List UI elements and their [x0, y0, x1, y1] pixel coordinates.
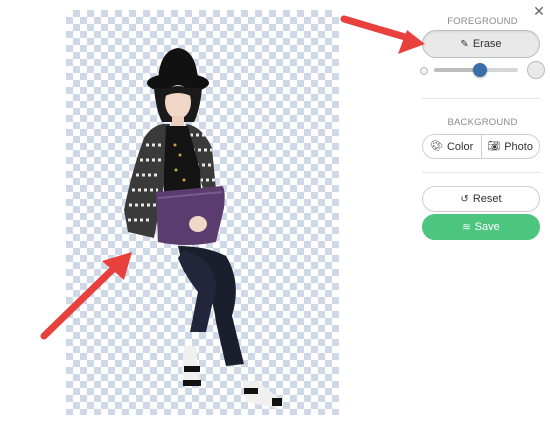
- save-button[interactable]: ≋ Save: [422, 214, 540, 240]
- reset-label: Reset: [472, 193, 502, 205]
- brush-size-thumb[interactable]: [473, 63, 488, 77]
- background-heading: BACKGROUND: [447, 117, 518, 128]
- reset-button[interactable]: ↺ Reset: [422, 186, 540, 212]
- brush-size-min-icon: [420, 67, 428, 75]
- section-divider: [422, 172, 540, 173]
- brush-size-slider[interactable]: [434, 63, 518, 77]
- save-label: Save: [474, 221, 500, 233]
- color-button[interactable]: 🎨︎ Color: [423, 135, 481, 158]
- background-mode-toggle: 🎨︎ Color 📷︎ Photo: [422, 134, 540, 159]
- cutout-subject-image: [124, 48, 284, 408]
- image-canvas[interactable]: [66, 10, 339, 415]
- arrow-to-erase-icon: [340, 15, 425, 54]
- erase-label: Erase: [472, 38, 502, 50]
- camera-icon: 📷︎: [487, 141, 501, 152]
- palette-icon: 🎨︎: [430, 141, 443, 152]
- stack-icon: ≋: [462, 221, 471, 233]
- photo-button[interactable]: 📷︎ Photo: [480, 135, 540, 158]
- color-label: Color: [446, 140, 474, 153]
- brush-size-max-icon: [527, 61, 545, 79]
- pencil-icon: ✎: [460, 38, 469, 50]
- erase-button[interactable]: ✎ Erase: [422, 30, 540, 58]
- photo-label: Photo: [504, 140, 533, 153]
- undo-icon: ↺: [460, 193, 469, 205]
- foreground-heading: FOREGROUND: [447, 16, 518, 27]
- section-divider: [422, 98, 540, 99]
